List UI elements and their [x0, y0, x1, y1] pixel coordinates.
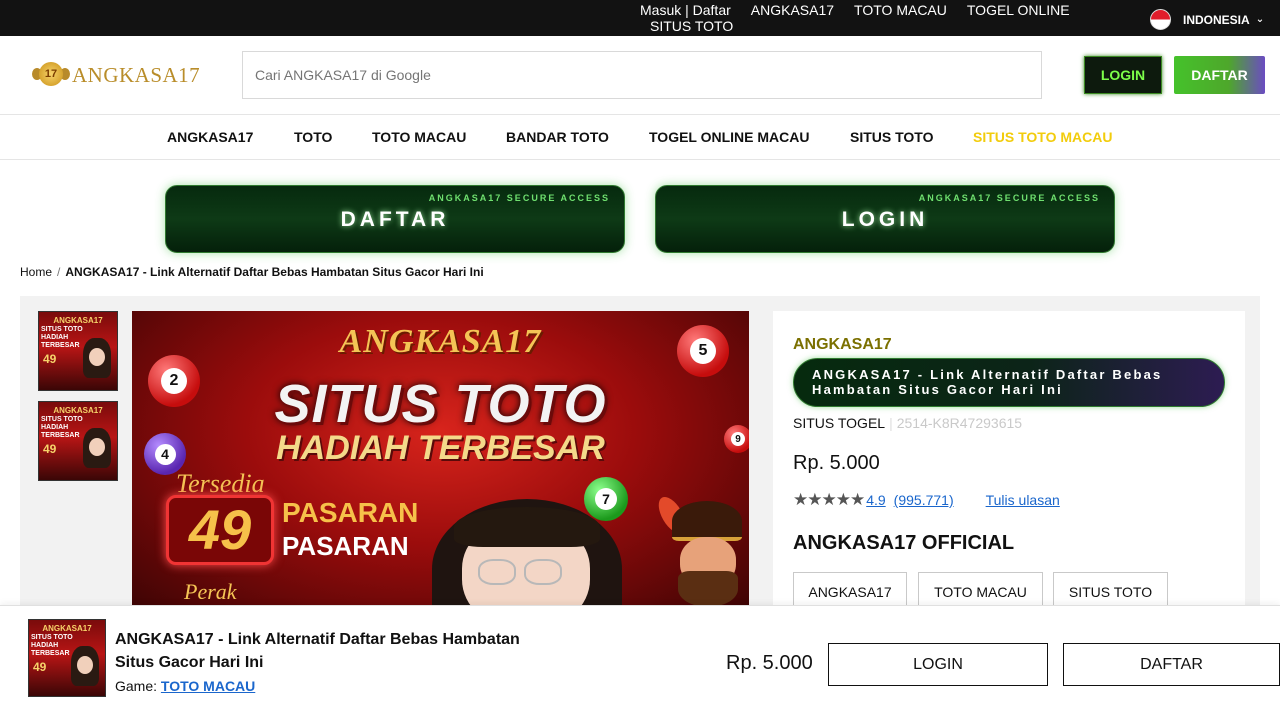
top-bar: Masuk | Daftar ANGKASA17 TOTO MACAU TOGE…: [0, 0, 1280, 36]
product-rating: ★★★★★ 4.9 (995.771) Tulis ulasan: [793, 490, 1060, 510]
access-tag: ANGKASA17 SECURE ACCESS: [428, 193, 610, 203]
hero-perak: Perak: [184, 579, 237, 604]
nav-item-toto[interactable]: TOTO: [294, 129, 332, 145]
hero-title: SITUS TOTO: [274, 374, 607, 434]
search-input[interactable]: [242, 51, 1042, 99]
lottery-ball-icon: 9: [724, 425, 749, 453]
thumb-title: SITUS TOTO HADIAH TERBESAR: [41, 326, 83, 349]
thumb-brand: ANGKASA17: [53, 406, 103, 415]
lottery-ball-icon: 5: [677, 325, 729, 377]
breadcrumb-home[interactable]: Home: [20, 265, 52, 279]
sticky-price: Rp. 5.000: [726, 652, 813, 674]
hero-pasaran-2: PASARAN: [282, 531, 409, 561]
product-meta: SITUS TOGEL | 2514-K8R47293615: [793, 415, 1022, 431]
lottery-ball-icon: 7: [584, 477, 628, 521]
top-link-angkasa17[interactable]: ANGKASA17: [751, 2, 834, 18]
hero-pasaran-1: PASARAN: [282, 497, 419, 528]
top-link-masuk-daftar[interactable]: Masuk | Daftar: [640, 2, 731, 18]
sticky-game: Game: TOTO MACAU: [115, 678, 255, 694]
main-nav: ANGKASA17 TOTO TOTO MACAU BANDAR TOTO TO…: [0, 115, 1280, 160]
lottery-ball-icon: 4: [144, 433, 186, 475]
access-daftar-button[interactable]: ANGKASA17 SECURE ACCESS DAFTAR: [165, 185, 625, 253]
store-name[interactable]: ANGKASA17: [793, 336, 892, 354]
product-thumbnail[interactable]: ANGKASA17 SITUS TOTO HADIAH TERBESAR 49: [38, 401, 118, 481]
access-daftar-label: DAFTAR: [340, 208, 450, 231]
glasses-icon: [478, 559, 516, 585]
product-title: ANGKASA17 - Link Alternatif Daftar Bebas…: [793, 358, 1225, 407]
sticky-game-label: Game:: [115, 678, 158, 694]
thumb-girl: [71, 646, 99, 686]
nav-item-situs-toto-macau[interactable]: SITUS TOTO MACAU: [973, 129, 1113, 145]
thumb-girl: [83, 428, 111, 468]
rating-count[interactable]: (995.771): [894, 492, 954, 508]
nav-item-togel-online-macau[interactable]: TOGEL ONLINE MACAU: [649, 129, 810, 145]
thumb-count: 49: [43, 442, 57, 456]
header: 17 ANGKASA17 LOGIN DAFTAR: [0, 36, 1280, 115]
rating-stars-icon: ★★★★★: [793, 490, 865, 509]
product-info: ANGKASA17 ANGKASA17 - Link Alternatif Da…: [773, 311, 1245, 612]
sticky-login-button[interactable]: LOGIN: [828, 643, 1048, 686]
meta-divider: |: [889, 415, 893, 431]
nav-item-angkasa17[interactable]: ANGKASA17: [167, 129, 253, 145]
logo-text: ANGKASA17: [72, 62, 201, 87]
sticky-purchase-bar: ANGKASA17 SITUS TOTO HADIAH TERBESAR 49 …: [0, 605, 1280, 720]
top-link-toto-macau[interactable]: TOTO MACAU: [854, 2, 947, 18]
sticky-title: ANGKASA17 - Link Alternatif Daftar Bebas…: [115, 631, 520, 671]
top-links: Masuk | Daftar ANGKASA17 TOTO MACAU TOGE…: [640, 2, 1140, 34]
header-daftar-button[interactable]: DAFTAR: [1174, 56, 1265, 94]
sticky-thumbnail: ANGKASA17 SITUS TOTO HADIAH TERBESAR 49: [28, 619, 106, 697]
thumb-girl: [83, 338, 111, 378]
site-logo[interactable]: 17 ANGKASA17: [32, 62, 200, 88]
nav-item-situs-toto[interactable]: SITUS TOTO: [850, 129, 934, 145]
thumb-brand: ANGKASA17: [42, 624, 92, 633]
glasses-icon: [524, 559, 562, 585]
thumb-title: SITUS TOTO HADIAH TERBESAR: [31, 634, 73, 657]
language-label: INDONESIA: [1183, 12, 1250, 27]
breadcrumb-current: ANGKASA17 - Link Alternatif Daftar Bebas…: [65, 265, 484, 279]
nav-item-toto-macau[interactable]: TOTO MACAU: [372, 129, 466, 145]
top-link-togel-online[interactable]: TOGEL ONLINE: [967, 2, 1070, 18]
write-review-link[interactable]: Tulis ulasan: [986, 492, 1060, 508]
thumb-brand: ANGKASA17: [53, 316, 103, 325]
indonesia-flag-icon: [1150, 9, 1171, 30]
breadcrumb-separator: /: [57, 265, 61, 279]
pirate-character-icon: [653, 492, 749, 611]
sticky-game-link[interactable]: TOTO MACAU: [161, 678, 255, 694]
product-main-image[interactable]: ANGKASA17 SITUS TOTO HADIAH TERBESAR Ter…: [132, 311, 749, 611]
chevron-down-icon: ⌄: [1255, 14, 1265, 25]
access-tag: ANGKASA17 SECURE ACCESS: [918, 193, 1100, 203]
product-category: SITUS TOGEL: [793, 415, 886, 431]
hero-brand: ANGKASA17: [339, 323, 542, 360]
top-link-situs-toto[interactable]: SITUS TOTO: [650, 18, 733, 34]
product-thumbnail[interactable]: ANGKASA17 SITUS TOTO HADIAH TERBESAR 49: [38, 311, 118, 391]
thumb-count: 49: [33, 660, 47, 674]
access-login-button[interactable]: ANGKASA17 SECURE ACCESS LOGIN: [655, 185, 1115, 253]
lottery-ball-icon: 2: [148, 355, 200, 407]
access-login-label: LOGIN: [841, 208, 929, 231]
thumb-count: 49: [43, 352, 57, 366]
language-selector[interactable]: INDONESIA ⌄: [1150, 9, 1264, 30]
rating-value[interactable]: 4.9: [866, 492, 885, 508]
logo-coin: 17: [39, 62, 63, 86]
hero-subtitle: HADIAH TERBESAR: [276, 429, 605, 467]
official-heading: ANGKASA17 OFFICIAL: [793, 532, 1015, 554]
logo-badge-icon: 17: [32, 62, 70, 88]
hero-girl-bang: [454, 507, 600, 547]
nav-item-bandar-toto[interactable]: BANDAR TOTO: [506, 129, 609, 145]
breadcrumb: Home / ANGKASA17 - Link Alternatif Daftar …: [20, 265, 484, 279]
product-sku: 2514-K8R47293615: [896, 415, 1023, 431]
hero-count-box: 49: [166, 495, 274, 565]
sticky-daftar-button[interactable]: DAFTAR: [1063, 643, 1280, 686]
product-price: Rp. 5.000: [793, 452, 880, 474]
thumb-title: SITUS TOTO HADIAH TERBESAR: [41, 416, 83, 439]
header-login-button[interactable]: LOGIN: [1084, 56, 1162, 94]
